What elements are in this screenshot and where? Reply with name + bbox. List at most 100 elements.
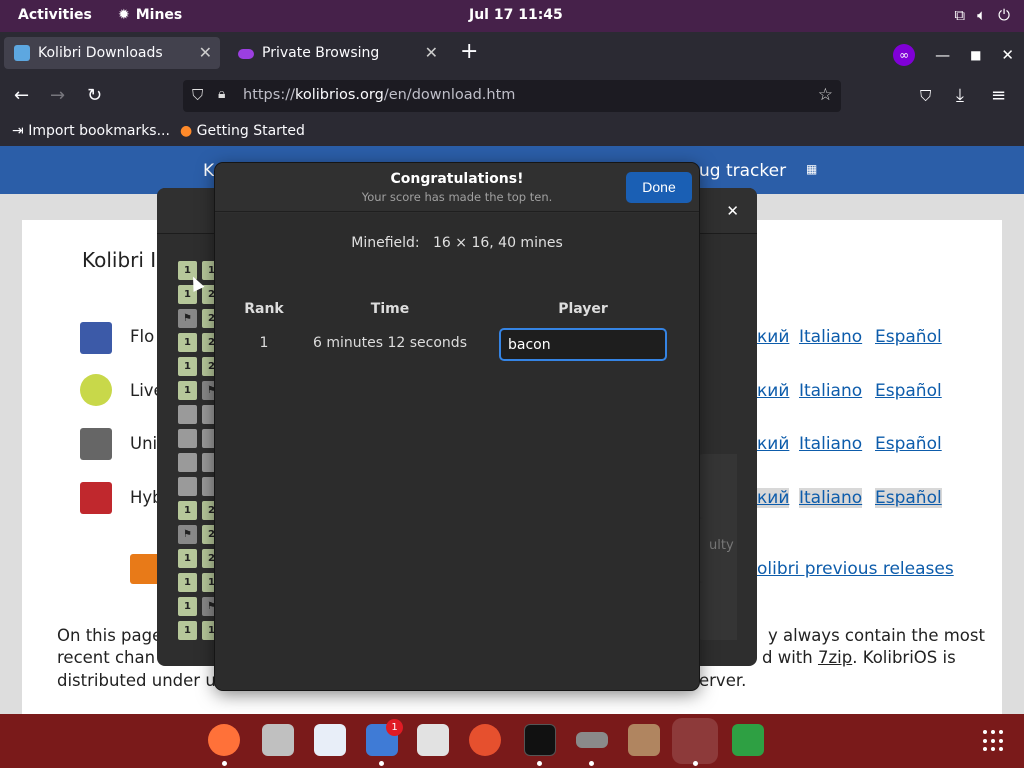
- revealed-cell[interactable]: 1: [178, 501, 197, 520]
- window-controls: ∞ — ■ ✕: [893, 44, 1014, 66]
- covered-cell[interactable]: [178, 477, 197, 496]
- mines-side-panel: [697, 582, 737, 640]
- show-applications-button[interactable]: [983, 730, 1005, 752]
- row-label: Flo: [130, 327, 155, 346]
- running-indicator: [537, 761, 542, 766]
- network-icon: ⧉: [954, 6, 966, 24]
- tab-kolibri-downloads[interactable]: Kolibri Downloads ✕: [4, 37, 220, 69]
- menu-icon[interactable]: ≡: [991, 85, 1006, 106]
- bug-tracker-link[interactable]: ug tracker: [699, 161, 786, 181]
- revealed-cell[interactable]: 1: [178, 621, 197, 640]
- lang-link-italiano[interactable]: Italiano: [799, 381, 862, 401]
- running-indicator: [589, 761, 594, 766]
- revealed-cell[interactable]: 1: [178, 573, 197, 592]
- terminal-icon[interactable]: [524, 724, 556, 756]
- minimize-button[interactable]: —: [935, 46, 950, 64]
- page-paragraph-line: erver.: [699, 671, 747, 690]
- flagged-cell[interactable]: ⚑: [178, 309, 197, 328]
- page-paragraph-line: distributed under u: [57, 671, 216, 690]
- lang-link-italiano[interactable]: Italiano: [799, 327, 862, 347]
- archive-manager-icon[interactable]: [628, 724, 660, 756]
- cd-icon: [80, 374, 112, 406]
- previous-releases-link[interactable]: olibri previous releases: [757, 559, 954, 579]
- download-button[interactable]: [130, 554, 160, 584]
- page-heading: Kolibri I: [82, 248, 157, 272]
- 7zip-link[interactable]: 7zip: [818, 648, 852, 667]
- column-header-rank[interactable]: Rank: [239, 301, 289, 317]
- mines-app-icon[interactable]: [672, 718, 718, 764]
- page-paragraph-line: y always contain the most: [768, 626, 985, 645]
- kolibri-favicon-icon: [14, 45, 30, 61]
- mines-side-panel: [697, 454, 737, 518]
- dock: [0, 714, 1024, 768]
- virtual-machine-icon[interactable]: [576, 732, 608, 748]
- covered-cell[interactable]: [178, 405, 197, 424]
- high-score-dialog: Congratulations! Your score has made the…: [215, 163, 699, 690]
- lock-icon[interactable]: 🔒︎: [218, 86, 225, 102]
- lang-link[interactable]: кий: [757, 434, 789, 454]
- lang-link[interactable]: кий: [757, 327, 789, 347]
- flagged-cell[interactable]: ⚑: [178, 525, 197, 544]
- gear-icon: ✹: [118, 7, 130, 23]
- close-icon[interactable]: ✕: [726, 202, 739, 220]
- close-tab-icon[interactable]: ✕: [199, 43, 212, 62]
- help-lifebuoy-icon[interactable]: [469, 724, 501, 756]
- bookmark-import[interactable]: ⇥ Import bookmarks...: [12, 123, 170, 139]
- trash-recycle-icon[interactable]: [732, 724, 764, 756]
- maximize-button[interactable]: ■: [970, 48, 981, 62]
- top-bar: Activities ✹ Mines Jul 17 11:45 ⧉ 🔈︎ ⏻: [0, 0, 1024, 32]
- close-window-button[interactable]: ✕: [1001, 46, 1014, 64]
- lang-link[interactable]: кий: [757, 381, 789, 401]
- row-label: Uni: [130, 434, 158, 453]
- running-indicator: [379, 761, 384, 766]
- calendar-clock-icon[interactable]: [262, 724, 294, 756]
- lang-link-espanol[interactable]: Español: [875, 434, 942, 454]
- revealed-cell[interactable]: 1: [178, 549, 197, 568]
- lang-link-espanol[interactable]: Español: [875, 381, 942, 401]
- tab-private-browsing[interactable]: Private Browsing ✕: [228, 37, 446, 69]
- lang-link[interactable]: кий: [757, 488, 790, 508]
- done-button[interactable]: Done: [626, 172, 692, 203]
- close-tab-icon[interactable]: ✕: [425, 43, 438, 62]
- covered-cell[interactable]: [178, 453, 197, 472]
- reload-button[interactable]: ↻: [87, 85, 102, 106]
- forward-button[interactable]: →: [50, 85, 65, 106]
- firefox-icon[interactable]: [208, 724, 240, 756]
- dialog-titlebar: Congratulations! Your score has made the…: [215, 163, 699, 212]
- column-header-time[interactable]: Time: [315, 301, 465, 317]
- writer-document-icon[interactable]: [314, 724, 346, 756]
- downloads-icon[interactable]: ⤓: [956, 85, 964, 106]
- system-tray[interactable]: ⧉ 🔈︎ ⏻: [954, 6, 1010, 24]
- clock[interactable]: Jul 17 11:45: [469, 7, 563, 23]
- url-text[interactable]: https://kolibrios.org/en/download.htm: [243, 87, 515, 103]
- app-menu[interactable]: ✹ Mines: [118, 7, 182, 23]
- shield-icon[interactable]: ⛉: [192, 86, 203, 104]
- lang-link-espanol[interactable]: Español: [875, 327, 942, 347]
- url-bar[interactable]: ⛉ 🔒︎ https://kolibrios.org/en/download.h…: [183, 80, 841, 112]
- score-time: 6 minutes 12 seconds: [313, 335, 467, 351]
- bookmarks-toolbar: ⇥ Import bookmarks... ● Getting Started: [0, 118, 1024, 146]
- pocket-icon[interactable]: ⛉: [920, 87, 931, 105]
- bookmark-getting-started[interactable]: ● Getting Started: [180, 123, 305, 139]
- lang-link-espanol[interactable]: Español: [875, 488, 942, 508]
- page-paragraph-line: recent chan: [57, 648, 156, 667]
- new-tab-button[interactable]: +: [460, 39, 478, 64]
- activities-button[interactable]: Activities: [18, 7, 92, 23]
- bookmark-star-icon[interactable]: ☆: [818, 85, 833, 105]
- column-header-player[interactable]: Player: [499, 301, 667, 317]
- software-store-icon[interactable]: [417, 724, 449, 756]
- tab-label: Private Browsing: [262, 45, 380, 61]
- player-name-input[interactable]: [499, 328, 667, 361]
- minefield-label: Minefield:: [351, 235, 420, 251]
- revealed-cell[interactable]: 1: [178, 333, 197, 352]
- covered-cell[interactable]: [178, 429, 197, 448]
- lang-link-italiano[interactable]: Italiano: [799, 434, 862, 454]
- minefield-info: Minefield: 16 × 16, 40 mines: [215, 235, 699, 251]
- back-button[interactable]: ←: [14, 85, 29, 106]
- revealed-cell[interactable]: 1: [178, 381, 197, 400]
- us-flag-icon[interactable]: ▦: [806, 162, 817, 176]
- revealed-cell[interactable]: 1: [178, 357, 197, 376]
- running-indicator: [222, 761, 227, 766]
- lang-link-italiano[interactable]: Italiano: [799, 488, 863, 508]
- revealed-cell[interactable]: 1: [178, 597, 197, 616]
